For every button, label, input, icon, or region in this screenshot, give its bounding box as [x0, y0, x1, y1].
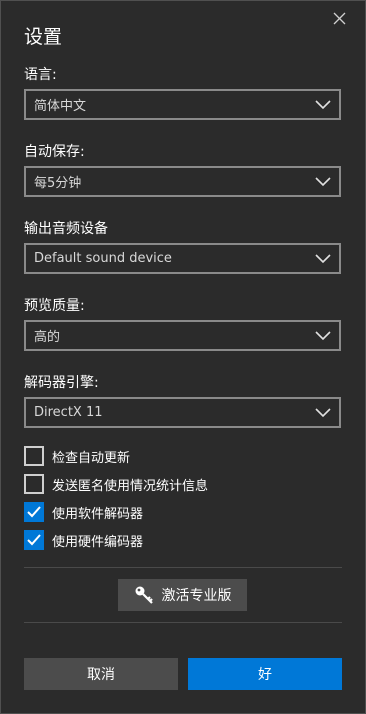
cancel-button[interactable]: 取消 [24, 658, 178, 690]
check-updates-label: 检查自动更新 [52, 450, 131, 466]
divider [24, 622, 342, 623]
decoder-engine-value: DirectX 11 [34, 405, 103, 420]
decoder-engine-label: 解码器引擎: [24, 375, 99, 391]
chevron-down-icon [315, 253, 331, 264]
checkbox-box [24, 530, 44, 550]
chevron-down-icon [315, 330, 331, 341]
language-value: 简体中文 [34, 99, 87, 114]
audio-output-label: 输出音频设备 [24, 221, 108, 237]
audio-output-select[interactable]: Default sound device [24, 243, 341, 274]
send-stats-label: 发送匿名使用情况统计信息 [52, 478, 209, 494]
checkbox-box [24, 474, 44, 494]
activate-pro-label: 激活专业版 [161, 588, 232, 604]
software-decoder-label: 使用软件解码器 [52, 506, 144, 522]
preview-quality-label: 预览质量: [24, 298, 85, 314]
language-select[interactable]: 简体中文 [24, 89, 341, 120]
checkbox-box [24, 446, 44, 466]
checkmark-icon [27, 506, 41, 518]
activate-pro-button[interactable]: 激活专业版 [118, 579, 247, 611]
hardware-encoder-label: 使用硬件编码器 [52, 534, 144, 550]
hardware-encoder-checkbox[interactable]: 使用硬件编码器 [24, 530, 143, 550]
autosave-select[interactable]: 每5分钟 [24, 166, 341, 197]
language-label: 语言: [24, 67, 57, 83]
chevron-down-icon [315, 407, 331, 418]
chevron-down-icon [315, 176, 331, 187]
close-icon [333, 12, 345, 24]
autosave-value: 每5分钟 [34, 176, 82, 191]
checkbox-box [24, 502, 44, 522]
preview-quality-value: 高的 [34, 330, 61, 345]
key-icon [134, 585, 154, 605]
preview-quality-select[interactable]: 高的 [24, 320, 341, 351]
check-updates-checkbox[interactable]: 检查自动更新 [24, 446, 130, 466]
dialog-title: 设置 [24, 26, 63, 48]
checkmark-icon [27, 534, 41, 546]
chevron-down-icon [315, 99, 331, 110]
software-decoder-checkbox[interactable]: 使用软件解码器 [24, 502, 143, 522]
audio-output-value: Default sound device [34, 251, 172, 266]
close-button[interactable] [326, 6, 352, 30]
decoder-engine-select[interactable]: DirectX 11 [24, 397, 341, 428]
divider [24, 567, 342, 568]
autosave-label: 自动保存: [24, 144, 85, 160]
ok-button[interactable]: 好 [188, 658, 342, 690]
send-stats-checkbox[interactable]: 发送匿名使用情况统计信息 [24, 474, 208, 494]
